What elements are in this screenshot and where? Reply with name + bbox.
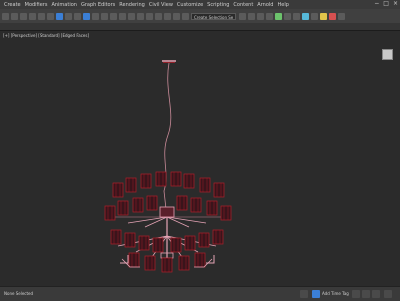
menu-arnold[interactable]: Arnold [257,2,273,8]
key-mode-icon[interactable] [384,290,392,298]
render-setup-icon[interactable] [302,12,310,20]
undo-icon[interactable] [2,12,9,20]
go-to-end-icon[interactable] [372,290,380,298]
menu-content[interactable]: Content [233,2,253,8]
render-in-cloud-icon[interactable] [329,12,337,20]
snap-3d-icon[interactable] [146,12,153,20]
select-by-name-icon[interactable] [56,12,63,20]
perspective-viewport[interactable]: [+] [Perspective] [Standard] [Edged Face… [0,30,400,287]
named-selection-dropdown[interactable]: Create Selection Se [191,12,237,20]
menu-create[interactable]: Create [4,2,21,8]
percent-snap-icon[interactable] [164,12,171,20]
add-time-tag-label[interactable]: Add Time Tag [322,287,349,301]
named-selection-icon[interactable] [182,12,189,20]
link-icon[interactable] [20,12,27,20]
maximize-button[interactable]: □ [383,1,389,7]
main-toolbar: Create Selection Se [0,9,400,23]
menu-civil-view[interactable]: Civil View [149,2,173,8]
selection-status: None Selected [4,291,34,296]
status-bar: None Selected Add Time Tag [0,286,400,301]
rectangular-selection-icon[interactable] [65,12,72,20]
unlink-icon[interactable] [29,12,36,20]
schematic-view-icon[interactable] [284,12,292,20]
angle-snap-icon[interactable] [155,12,162,20]
shade-row-back [112,171,225,198]
time-tag-icon[interactable] [312,290,320,298]
align-icon[interactable] [248,12,256,20]
menu-help[interactable]: Help [277,2,288,8]
toggle-scene-explorer-icon[interactable] [257,12,265,20]
select-object-icon[interactable] [47,12,54,20]
place-icon[interactable] [110,12,117,20]
menu-animation[interactable]: Animation [51,2,77,8]
bind-icon[interactable] [38,12,45,20]
menu-scripting[interactable]: Scripting [207,2,229,8]
a360-gallery-icon[interactable] [338,12,346,20]
pivot-center-icon[interactable] [119,12,126,20]
chandelier-model[interactable] [0,31,400,287]
menu-customize[interactable]: Customize [177,2,203,8]
redo-icon[interactable] [11,12,18,20]
lock-selection-icon[interactable] [300,290,308,298]
menu-rendering[interactable]: Rendering [119,2,145,8]
close-button[interactable]: × [393,1,398,7]
window-crossing-icon[interactable] [74,12,81,20]
curve-editor-icon[interactable] [275,12,283,20]
move-icon[interactable] [83,12,90,20]
suspension-wire [163,62,172,210]
keyboard-shortcut-icon[interactable] [137,12,144,20]
menu-modifiers[interactable]: Modifiers [25,2,48,8]
scale-icon[interactable] [101,12,108,20]
manipulate-icon[interactable] [128,12,135,20]
menu-bar: Create Modifiers Animation Graph Editors… [0,0,400,9]
render-production-icon[interactable] [320,12,328,20]
mirror-icon[interactable] [239,12,247,20]
rendered-frame-window-icon[interactable] [311,12,319,20]
spinner-snap-icon[interactable] [173,12,180,20]
rotate-icon[interactable] [92,12,99,20]
material-editor-icon[interactable] [293,12,301,20]
go-to-start-icon[interactable] [352,290,360,298]
window-controls: − □ × [374,1,398,7]
menu-graph-editors[interactable]: Graph Editors [81,2,115,8]
ribbon-strip [0,23,400,30]
layer-explorer-icon[interactable] [266,12,274,20]
central-hub [159,206,175,218]
minimize-button[interactable]: − [374,1,379,7]
play-icon[interactable] [362,290,370,298]
